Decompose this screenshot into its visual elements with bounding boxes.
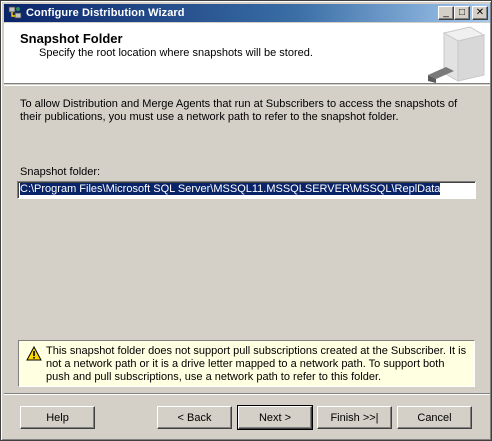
warning-text: This snapshot folder does not support pu… — [46, 345, 467, 383]
window-title: Configure Distribution Wizard — [26, 7, 185, 19]
minimize-button[interactable]: _ — [438, 6, 454, 20]
window-controls: _ □ ✕ — [438, 6, 488, 20]
warning-icon — [26, 345, 42, 361]
page-title: Snapshot Folder — [20, 31, 123, 46]
wizard-app-icon — [8, 6, 22, 20]
snapshot-folder-value: C:\Program Files\Microsoft SQL Server\MS… — [20, 183, 441, 195]
maximize-button[interactable]: □ — [454, 6, 470, 20]
snapshot-folder-label: Snapshot folder: — [20, 166, 101, 178]
next-button[interactable]: Next > — [237, 405, 313, 430]
header-divider — [4, 85, 490, 86]
snapshot-folder-input[interactable]: C:\Program Files\Microsoft SQL Server\MS… — [17, 181, 476, 199]
warning-message: This snapshot folder does not support pu… — [18, 340, 475, 387]
cancel-button[interactable]: Cancel — [397, 406, 472, 429]
wizard-window: Configure Distribution Wizard _ □ ✕ Snap… — [0, 0, 492, 441]
close-button[interactable]: ✕ — [472, 6, 488, 20]
close-icon: ✕ — [475, 7, 485, 18]
back-button[interactable]: < Back — [157, 406, 232, 429]
page-subtitle: Specify the root location where snapshot… — [39, 47, 313, 59]
finish-button[interactable]: Finish >>| — [317, 406, 392, 429]
maximize-icon: □ — [458, 7, 466, 18]
title-bar[interactable]: Configure Distribution Wizard _ □ ✕ — [4, 4, 490, 22]
intro-text: To allow Distribution and Merge Agents t… — [20, 98, 458, 123]
wizard-banner-icon — [426, 25, 486, 83]
help-button[interactable]: Help — [20, 406, 95, 429]
minimize-icon: _ — [443, 7, 449, 18]
wizard-header: Snapshot Folder Specify the root locatio… — [4, 23, 490, 84]
footer-divider-highlight — [4, 394, 490, 395]
